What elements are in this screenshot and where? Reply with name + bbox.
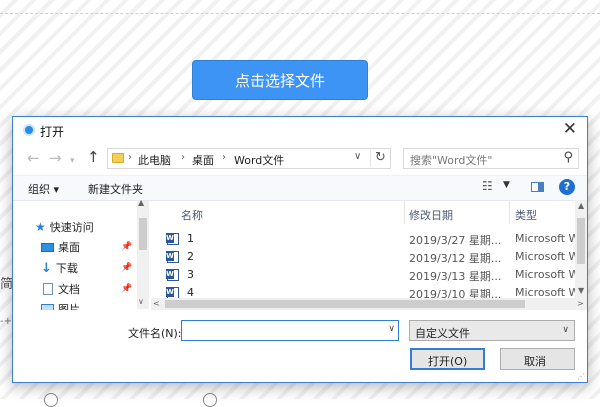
column-header-date[interactable]: 修改日期	[409, 207, 453, 223]
file-date: 2019/3/27 星期...	[409, 234, 502, 247]
choose-file-button[interactable]: 点击选择文件	[192, 60, 368, 100]
back-arrow-icon[interactable]: ←	[27, 150, 40, 166]
dialog-title: 打开	[40, 125, 65, 139]
filename-label: 文件名(N):	[128, 327, 182, 340]
filename-input[interactable]: ∨	[181, 320, 399, 341]
horizontal-scrollbar-thumb[interactable]	[165, 300, 525, 308]
organize-menu[interactable]: 组织 ▾	[28, 181, 59, 197]
search-box[interactable]: 搜索"Word文件" ⚲	[403, 148, 579, 169]
file-row[interactable]: 1 2019/3/27 星期... Microsoft Wo	[151, 230, 586, 248]
top-divider	[0, 13, 600, 14]
scroll-down-icon[interactable]: ∨	[138, 297, 144, 306]
new-folder-button[interactable]: 新建文件夹	[88, 181, 143, 197]
view-dropdown-icon[interactable]: ▼	[503, 180, 510, 190]
download-icon: ↓	[41, 260, 52, 276]
file-date: 2019/3/12 星期...	[409, 252, 502, 265]
word-document-icon	[166, 269, 179, 281]
scroll-up-icon[interactable]: ▲	[578, 201, 584, 210]
command-toolbar: 组织 ▾ 新建文件夹 ☷ ▼ ?	[13, 175, 587, 201]
chevron-right-icon[interactable]: ›	[222, 152, 226, 163]
column-header-type[interactable]: 类型	[515, 207, 537, 223]
column-header-name[interactable]: 名称	[181, 207, 203, 223]
help-icon[interactable]: ?	[559, 179, 575, 195]
nav-item-label: 文档	[58, 283, 80, 296]
file-row[interactable]: 3 2019/3/13 星期... Microsoft Wo	[151, 266, 586, 284]
scroll-right-icon[interactable]: >	[577, 299, 584, 308]
scroll-up-icon[interactable]: ▲	[138, 200, 144, 207]
pin-icon[interactable]: 📌	[121, 242, 132, 252]
file-name: 2	[187, 250, 194, 263]
folder-icon	[112, 153, 124, 163]
breadcrumb-this-pc[interactable]: 此电脑	[138, 152, 171, 168]
pin-icon[interactable]: 📌	[121, 284, 132, 294]
search-icon[interactable]: ⚲	[563, 150, 573, 165]
cancel-button-label: 取消	[524, 355, 546, 368]
file-name: 3	[187, 268, 194, 281]
nav-desktop[interactable]: 桌面	[41, 239, 80, 255]
vertical-scrollbar-thumb[interactable]	[577, 218, 585, 264]
partial-label-2: -+	[0, 316, 12, 327]
navigation-pane: ★ 快速访问 桌面 📌 ↓ 下载 📌 文档 📌 图片 ▲ ∨	[13, 200, 149, 310]
filename-dropdown-icon[interactable]: ∨	[388, 324, 395, 334]
word-document-icon	[166, 233, 179, 245]
picture-icon	[41, 304, 54, 310]
app-icon	[23, 124, 35, 136]
preview-pane-icon[interactable]	[531, 182, 544, 192]
dialog-titlebar: 打开 ✕	[13, 117, 587, 143]
address-dropdown-icon[interactable]: ∨	[354, 151, 361, 162]
search-placeholder: 搜索"Word文件"	[410, 154, 493, 167]
nav-quick-access[interactable]: ★ 快速访问	[35, 219, 94, 235]
file-type-select[interactable]: 自定义文件 ∨	[409, 320, 575, 341]
column-divider[interactable]	[509, 200, 510, 224]
desktop-icon	[41, 242, 54, 252]
address-bar[interactable]: › 此电脑 › 桌面 › Word文件 ∨ ↻	[107, 148, 391, 169]
nav-documents[interactable]: 文档	[43, 281, 80, 297]
file-list: ^ 名称 修改日期 类型 1 2019/3/27 星期... Microsoft…	[151, 200, 587, 310]
open-button-label: 打开(O)	[428, 355, 468, 368]
nav-scrollbar-thumb[interactable]	[139, 218, 147, 250]
nav-pictures[interactable]: 图片	[41, 301, 80, 310]
scroll-left-icon[interactable]: <	[153, 299, 160, 308]
breadcrumb-word-folder[interactable]: Word文件	[234, 152, 284, 168]
document-icon	[43, 283, 53, 295]
file-date: 2019/3/13 星期...	[409, 270, 502, 283]
cancel-button[interactable]: 取消	[500, 348, 575, 370]
chevron-right-icon[interactable]: ›	[181, 152, 185, 163]
word-document-icon	[166, 251, 179, 263]
radio-option-1[interactable]	[44, 393, 58, 407]
refresh-icon[interactable]: ↻	[370, 150, 386, 167]
file-type-value: 自定义文件	[415, 327, 470, 340]
chevron-right-icon[interactable]: ›	[128, 152, 132, 163]
nav-item-label: 下载	[55, 262, 78, 275]
nav-item-label: 快速访问	[49, 221, 94, 234]
file-row[interactable]: 2 2019/3/12 星期... Microsoft Wo	[151, 248, 586, 266]
view-options-icon[interactable]: ☷	[482, 179, 493, 193]
open-button[interactable]: 打开(O)	[410, 348, 485, 370]
open-file-dialog: 打开 ✕ ← → ▾ ↑ › 此电脑 › 桌面 › Word文件 ∨ ↻ 搜索"…	[12, 116, 588, 383]
resize-grip-icon[interactable]: ⋰	[577, 372, 585, 381]
recent-locations-dropdown-icon[interactable]: ▾	[70, 153, 75, 169]
up-arrow-icon[interactable]: ↑	[87, 149, 100, 165]
star-icon: ★	[35, 220, 46, 234]
sort-ascending-icon: ^	[276, 200, 284, 207]
navigation-row: ← → ▾ ↑ › 此电脑 › 桌面 › Word文件 ∨ ↻ 搜索"Word文…	[13, 143, 587, 175]
breadcrumb-desktop[interactable]: 桌面	[192, 152, 214, 168]
radio-option-2[interactable]	[203, 393, 217, 407]
file-name: 1	[187, 232, 194, 245]
nav-item-label: 桌面	[58, 241, 80, 254]
nav-item-label: 图片	[58, 303, 80, 310]
forward-arrow-icon[interactable]: →	[49, 150, 62, 166]
pin-icon[interactable]: 📌	[121, 263, 132, 273]
nav-downloads[interactable]: ↓ 下载	[41, 260, 78, 276]
chevron-down-icon[interactable]: ∨	[562, 325, 569, 335]
scroll-down-icon[interactable]: ▼	[578, 286, 584, 295]
close-button[interactable]: ✕	[563, 119, 577, 139]
column-divider[interactable]	[404, 200, 405, 224]
